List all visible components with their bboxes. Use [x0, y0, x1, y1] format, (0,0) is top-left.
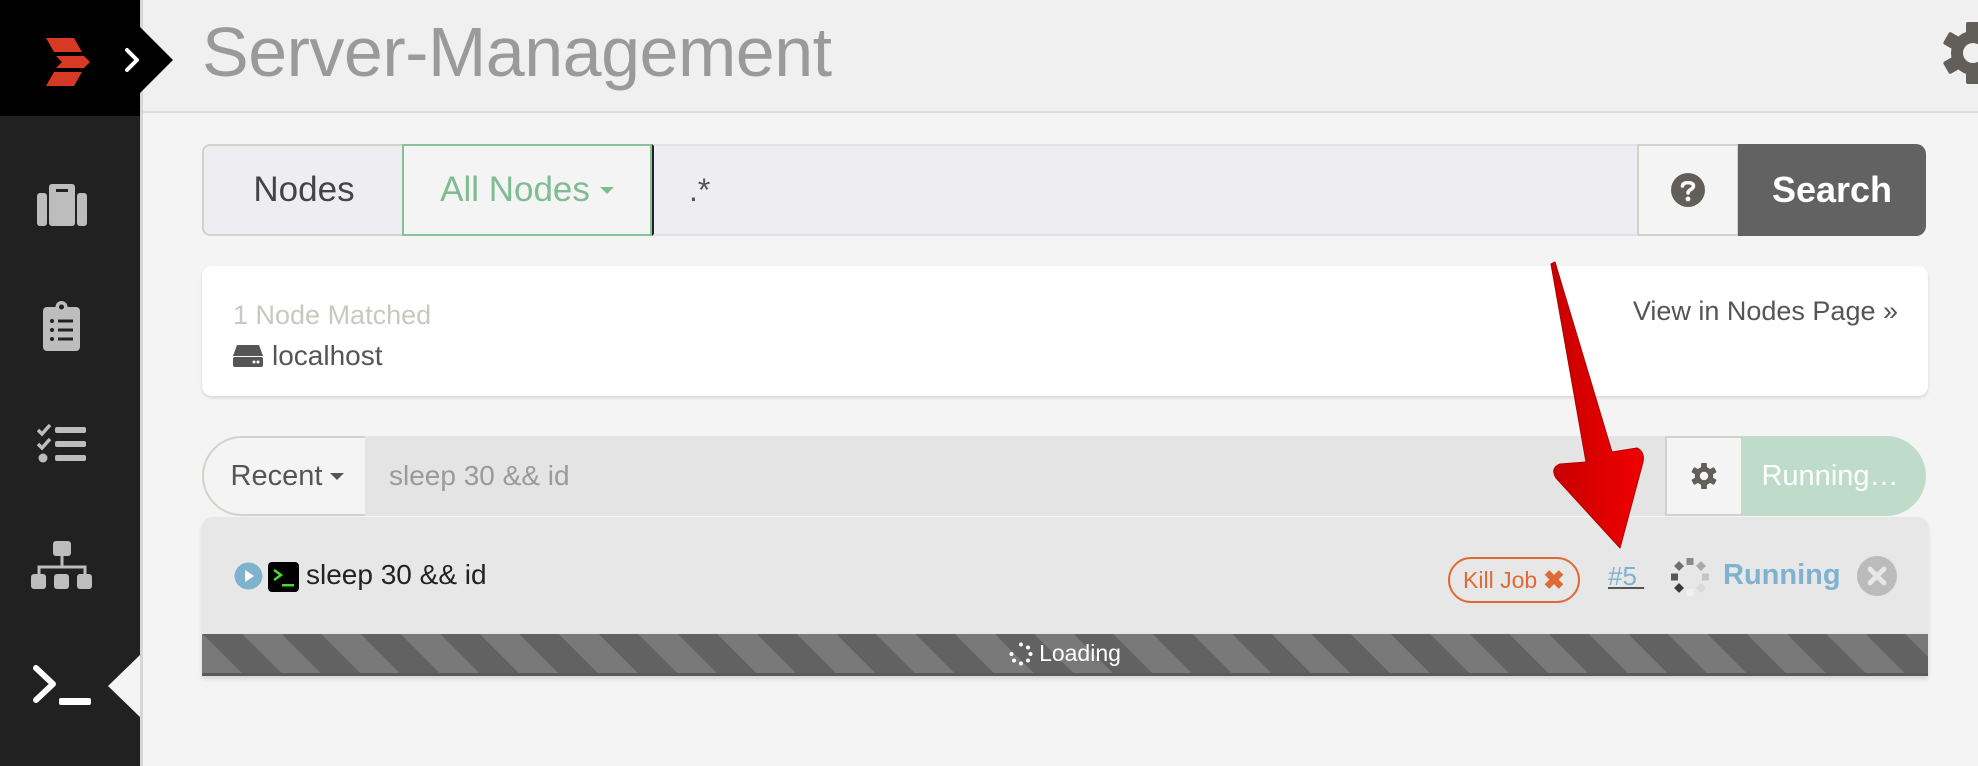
app-logo-icon[interactable]	[44, 38, 94, 86]
sidebar-item-commands[interactable]	[30, 658, 94, 714]
gear-icon[interactable]	[1943, 22, 1978, 84]
terminal-icon	[33, 665, 91, 705]
play-circle-icon[interactable]	[234, 562, 263, 590]
dismiss-job-button[interactable]	[1857, 556, 1897, 596]
tasks-icon	[37, 424, 86, 463]
sidebar-divider	[140, 0, 143, 766]
expand-sidebar-icon[interactable]	[122, 46, 142, 74]
page-header: Server-Management	[143, 0, 1978, 113]
command-settings-button[interactable]	[1665, 436, 1743, 516]
sidebar-item-activity[interactable]	[30, 298, 94, 354]
loading-text: Loading	[1039, 640, 1121, 666]
close-icon: ✖	[1543, 564, 1565, 595]
node-filter-input[interactable]	[652, 144, 1639, 236]
sidebar-item-nodes[interactable]	[30, 538, 94, 594]
command-input[interactable]	[365, 436, 1666, 516]
command-bar: Recent Running…	[202, 436, 1926, 516]
sitemap-icon	[31, 541, 92, 589]
nodes-label: Nodes	[202, 144, 404, 236]
page-title: Server-Management	[202, 13, 832, 91]
node-filter-dropdown-label: All Nodes	[440, 170, 590, 209]
nodes-result-card: 1 Node Matched localhost View in Nodes P…	[202, 266, 1928, 396]
recent-commands-dropdown[interactable]: Recent	[202, 436, 365, 516]
job-progress-bar: Loading	[202, 634, 1928, 676]
briefcase-icon	[37, 184, 87, 226]
node-item[interactable]: localhost	[232, 340, 383, 372]
loading-spinner-icon	[1009, 642, 1033, 665]
job-command-text: sleep 30 && id	[306, 559, 487, 590]
brand-tab-arrow	[140, 27, 173, 93]
kill-job-label: Kill Job	[1463, 566, 1538, 593]
sidebar-item-tasks[interactable]	[30, 416, 94, 472]
execution-link[interactable]: #5	[1608, 561, 1644, 592]
progress-label: Loading	[1009, 640, 1121, 667]
nodes-matched-count: 1 Node Matched	[233, 300, 432, 330]
search-button[interactable]: Search	[1738, 144, 1926, 236]
active-item-indicator	[108, 654, 141, 718]
question-circle-icon	[1671, 173, 1705, 207]
caret-down-icon	[599, 186, 614, 194]
brand-area	[0, 0, 140, 116]
gear-icon	[1691, 463, 1717, 489]
terminal-badge-icon	[268, 562, 299, 592]
run-button[interactable]: Running…	[1742, 436, 1926, 516]
caret-down-icon	[330, 472, 345, 480]
clipboard-list-icon	[43, 301, 80, 351]
job-status: Running	[1723, 559, 1841, 591]
close-icon	[1867, 566, 1887, 586]
kill-job-button[interactable]: Kill Job ✖	[1448, 557, 1580, 603]
recent-label: Recent	[230, 459, 323, 492]
view-in-nodes-page-link[interactable]: View in Nodes Page »	[1633, 296, 1898, 327]
node-name: localhost	[272, 340, 383, 371]
node-filter-bar: Nodes All Nodes Search	[202, 144, 1926, 236]
spinner-icon	[1671, 558, 1709, 596]
sidebar-item-jobs[interactable]	[30, 178, 94, 234]
job-panel: sleep 30 && id Kill Job ✖ #5 Running Loa…	[202, 517, 1928, 676]
filter-help-button[interactable]	[1637, 144, 1739, 236]
sidebar	[0, 0, 141, 766]
server-icon	[233, 345, 263, 367]
node-filter-dropdown[interactable]: All Nodes	[402, 144, 652, 236]
